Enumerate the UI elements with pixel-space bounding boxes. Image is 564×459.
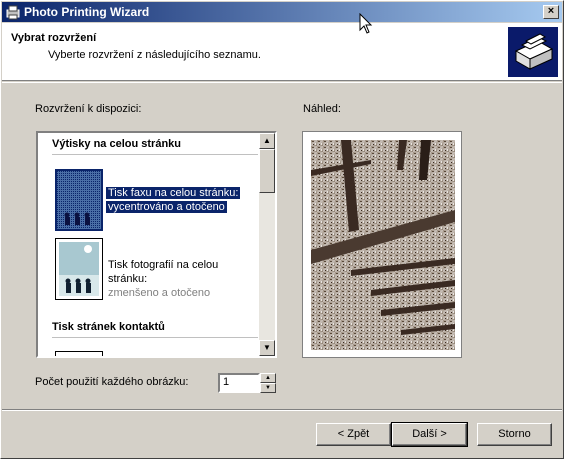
fax-layout-title: Tisk faxu na celou stránku: xyxy=(106,187,241,199)
back-button[interactable]: < Zpět xyxy=(316,423,391,446)
count-input[interactable]: 1 xyxy=(218,373,260,393)
photo-layout-title: Tisk fotografií na celou stránku: xyxy=(108,259,219,285)
wizard-header: Vybrat rozvržení Vyberte rozvržení z nás… xyxy=(2,23,562,81)
header-divider xyxy=(2,82,562,83)
group-header-full-page: Výtisky na celou stránku xyxy=(52,138,181,150)
fax-layout-thumbnail xyxy=(55,169,103,231)
window-title: Photo Printing Wizard xyxy=(24,5,150,19)
group-divider xyxy=(52,337,258,338)
group-divider xyxy=(52,154,258,155)
layout-listbox[interactable]: Výtisky na celou stránku Tisk faxu na ce… xyxy=(36,131,277,358)
preview-pane xyxy=(302,131,462,358)
count-spinner[interactable]: ▲ ▼ xyxy=(260,373,276,393)
header-subtitle: Vyberte rozvržení z následujícího seznam… xyxy=(48,49,261,61)
next-button[interactable]: Další > xyxy=(391,422,468,447)
scroll-down-button[interactable]: ▼ xyxy=(259,340,275,356)
printer-icon xyxy=(508,27,558,77)
fax-layout-desc: vycentrováno a otočeno xyxy=(106,201,227,213)
title-bar: Photo Printing Wizard × xyxy=(2,2,562,22)
wizard-app-icon xyxy=(6,5,20,20)
photo-layout-desc: zmenšeno a otočeno xyxy=(108,287,211,299)
count-decrement-button[interactable]: ▼ xyxy=(260,383,276,393)
mouse-cursor-icon xyxy=(359,13,373,34)
scroll-up-button[interactable]: ▲ xyxy=(259,133,275,149)
layouts-label: Rozvržení k dispozici: xyxy=(35,103,142,115)
preview-image xyxy=(311,140,455,350)
scroll-thumb[interactable] xyxy=(259,149,275,193)
close-button[interactable]: × xyxy=(543,5,559,19)
count-label: Počet použití každého obrázku: xyxy=(35,376,189,388)
contact-sheet-thumbnail[interactable] xyxy=(55,351,103,356)
footer-divider xyxy=(2,409,562,411)
header-title: Vybrat rozvržení xyxy=(11,32,97,44)
cancel-button[interactable]: Storno xyxy=(477,423,552,446)
wizard-window: Photo Printing Wizard × Vybrat rozvržení… xyxy=(0,0,564,459)
photo-layout-thumbnail xyxy=(55,238,103,300)
group-header-contact-sheets: Tisk stránek kontaktů xyxy=(52,321,165,333)
layout-list-scrollbar[interactable]: ▲ ▼ xyxy=(259,133,275,356)
preview-label: Náhled: xyxy=(303,103,341,115)
count-increment-button[interactable]: ▲ xyxy=(260,373,276,383)
layout-list: Výtisky na celou stránku Tisk faxu na ce… xyxy=(38,133,260,356)
